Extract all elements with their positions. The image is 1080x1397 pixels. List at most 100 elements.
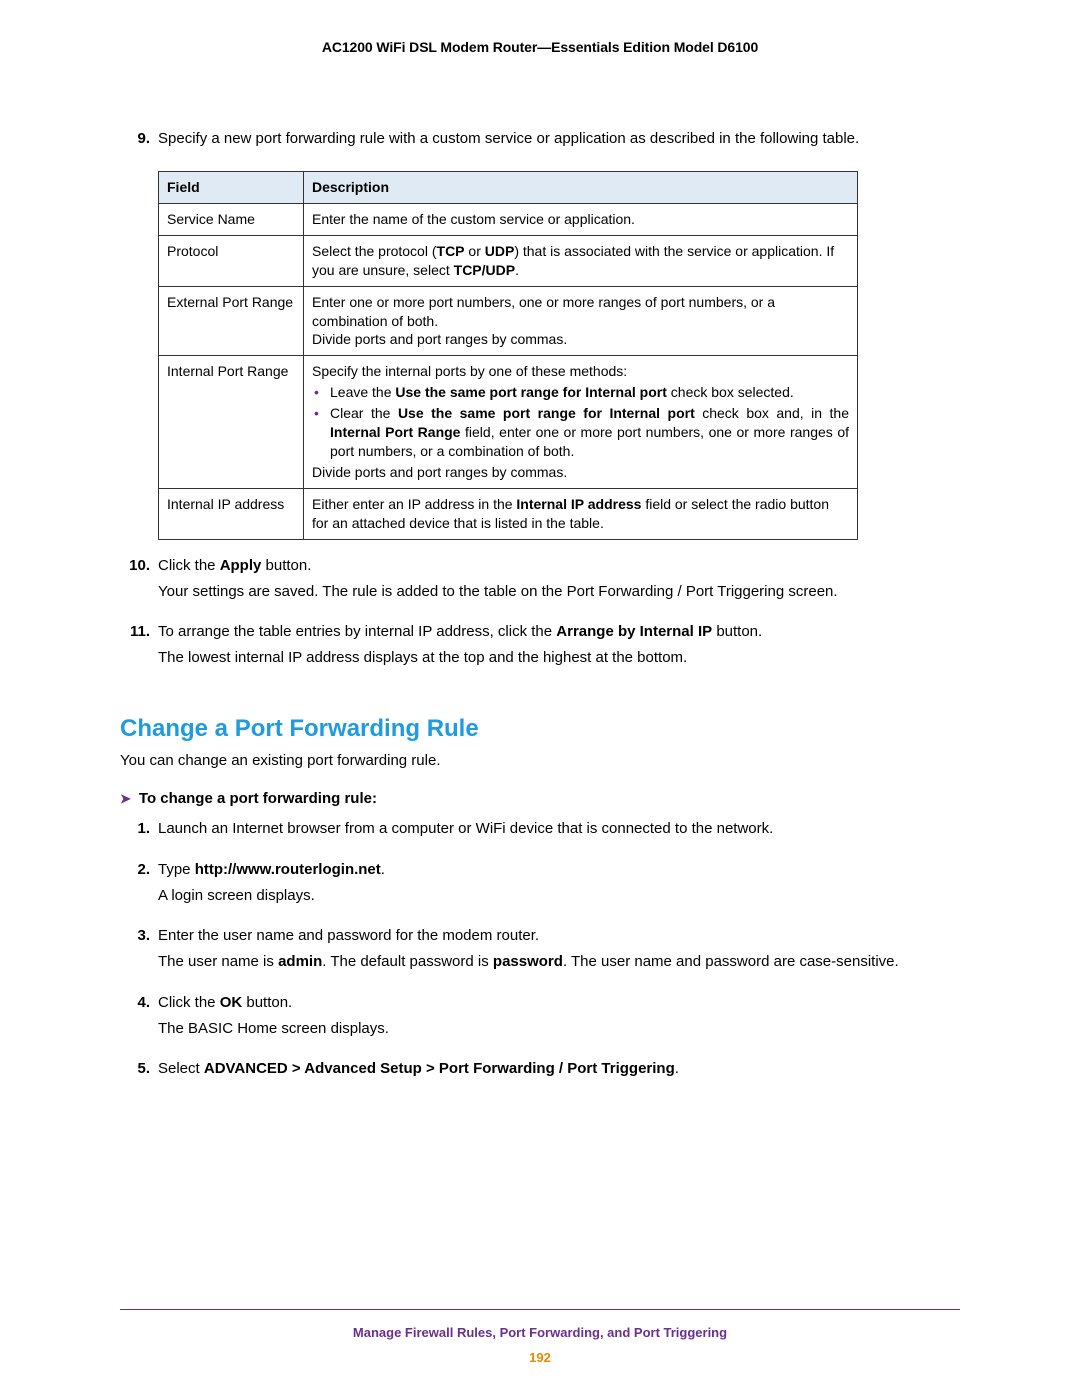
step-number: 3.: [120, 926, 158, 983]
step-body: Select ADVANCED > Advanced Setup > Port …: [158, 1059, 960, 1089]
step-9: 9. Specify a new port forwarding rule wi…: [120, 129, 960, 159]
step-subtext: The lowest internal IP address displays …: [158, 648, 960, 668]
cell-desc: Enter the name of the custom service or …: [304, 204, 858, 236]
col-field: Field: [159, 172, 304, 204]
step-subtext: A login screen displays.: [158, 886, 960, 906]
text: Click the: [158, 994, 220, 1011]
bold: password: [493, 953, 563, 970]
step-text: Launch an Internet browser from a comput…: [158, 819, 960, 839]
table-row: Internal IP address Either enter an IP a…: [159, 488, 858, 539]
footer-divider: [120, 1309, 960, 1310]
text: .: [515, 262, 519, 278]
cell-field: Internal IP address: [159, 488, 304, 539]
step-text: Specify a new port forwarding rule with …: [158, 129, 960, 149]
bold: TCP: [437, 243, 465, 259]
step-subtext: Your settings are saved. The rule is add…: [158, 582, 960, 602]
step-subtext: The BASIC Home screen displays.: [158, 1019, 960, 1039]
bold: ADVANCED > Advanced Setup > Port Forward…: [204, 1060, 675, 1077]
cell-desc: Enter one or more port numbers, one or m…: [304, 286, 858, 356]
text: The user name is: [158, 953, 278, 970]
bullet-list: Leave the Use the same port range for In…: [312, 383, 849, 461]
step-body: Specify a new port forwarding rule with …: [158, 129, 960, 159]
cell-desc: Select the protocol (TCP or UDP) that is…: [304, 235, 858, 286]
substep-1: 1. Launch an Internet browser from a com…: [120, 819, 960, 849]
text: Select the protocol (: [312, 243, 437, 259]
arrow-icon: ➤: [120, 790, 131, 808]
page-header: AC1200 WiFi DSL Modem Router—Essentials …: [120, 38, 960, 57]
step-body: Click the OK button. The BASIC Home scre…: [158, 993, 960, 1050]
substep-3: 3. Enter the user name and password for …: [120, 926, 960, 983]
page-footer: Manage Firewall Rules, Port Forwarding, …: [120, 1309, 960, 1367]
text: .: [381, 861, 385, 878]
step-body: Type http://www.routerlogin.net. A login…: [158, 860, 960, 917]
text: Divide ports and port ranges by commas.: [312, 463, 849, 482]
text: button.: [261, 557, 311, 574]
bold: Apply: [220, 557, 262, 574]
cell-field: Protocol: [159, 235, 304, 286]
step-number: 2.: [120, 860, 158, 917]
fields-table: Field Description Service Name Enter the…: [158, 171, 858, 539]
text: To arrange the table entries by internal…: [158, 623, 556, 640]
text: Click the: [158, 557, 220, 574]
table-row: Protocol Select the protocol (TCP or UDP…: [159, 235, 858, 286]
text: Specify the internal ports by one of the…: [312, 362, 849, 381]
step-number: 5.: [120, 1059, 158, 1089]
text: check box selected.: [667, 384, 794, 400]
cell-desc: Specify the internal ports by one of the…: [304, 356, 858, 488]
substep-4: 4. Click the OK button. The BASIC Home s…: [120, 993, 960, 1050]
cell-field: External Port Range: [159, 286, 304, 356]
substep-2: 2. Type http://www.routerlogin.net. A lo…: [120, 860, 960, 917]
text: .: [675, 1060, 679, 1077]
substep-5: 5. Select ADVANCED > Advanced Setup > Po…: [120, 1059, 960, 1089]
bold: admin: [278, 953, 322, 970]
text: . The user name and password are case-se…: [563, 953, 899, 970]
step-number: 11.: [120, 622, 158, 679]
text: Clear the: [330, 405, 398, 421]
text: or: [465, 243, 485, 259]
table-header-row: Field Description: [159, 172, 858, 204]
task-label: To change a port forwarding rule:: [139, 789, 377, 809]
text: Divide ports and port ranges by commas.: [312, 330, 849, 349]
bold: OK: [220, 994, 243, 1011]
list-item: Leave the Use the same port range for In…: [330, 383, 849, 402]
step-number: 10.: [120, 556, 158, 613]
cell-desc: Either enter an IP address in the Intern…: [304, 488, 858, 539]
step-11: 11. To arrange the table entries by inte…: [120, 622, 960, 679]
step-number: 4.: [120, 993, 158, 1050]
text: Either enter an IP address in the: [312, 496, 516, 512]
text: button.: [242, 994, 292, 1011]
text: button.: [712, 623, 762, 640]
bold: TCP/UDP: [454, 262, 515, 278]
text: Enter one or more port numbers, one or m…: [312, 293, 849, 331]
step-body: Enter the user name and password for the…: [158, 926, 960, 983]
step-text: Select ADVANCED > Advanced Setup > Port …: [158, 1059, 960, 1079]
step-body: Click the Apply button. Your settings ar…: [158, 556, 960, 613]
cell-field: Service Name: [159, 204, 304, 236]
text: check box and, in the: [695, 405, 849, 421]
task-heading: ➤ To change a port forwarding rule:: [120, 789, 960, 809]
list-item: Clear the Use the same port range for In…: [330, 404, 849, 461]
step-text: To arrange the table entries by internal…: [158, 622, 960, 642]
text: Leave the: [330, 384, 395, 400]
section-heading: Change a Port Forwarding Rule: [120, 713, 960, 745]
bold: Arrange by Internal IP: [556, 623, 712, 640]
step-body: Launch an Internet browser from a comput…: [158, 819, 960, 849]
document-page: AC1200 WiFi DSL Modem Router—Essentials …: [0, 0, 1080, 1397]
table-row: Internal Port Range Specify the internal…: [159, 356, 858, 488]
cell-field: Internal Port Range: [159, 356, 304, 488]
step-text: Click the OK button.: [158, 993, 960, 1013]
step-10: 10. Click the Apply button. Your setting…: [120, 556, 960, 613]
bold: Internal IP address: [516, 496, 641, 512]
bold: Internal Port Range: [330, 424, 460, 440]
col-description: Description: [304, 172, 858, 204]
step-text: Enter the user name and password for the…: [158, 926, 960, 946]
bold: Use the same port range for Internal por…: [398, 405, 695, 421]
text: . The default password is: [322, 953, 493, 970]
section-intro: You can change an existing port forwardi…: [120, 751, 960, 771]
step-number: 9.: [120, 129, 158, 159]
text: Type: [158, 861, 195, 878]
bold: http://www.routerlogin.net: [195, 861, 381, 878]
step-text: Click the Apply button.: [158, 556, 960, 576]
table-row: External Port Range Enter one or more po…: [159, 286, 858, 356]
page-number: 192: [120, 1349, 960, 1367]
